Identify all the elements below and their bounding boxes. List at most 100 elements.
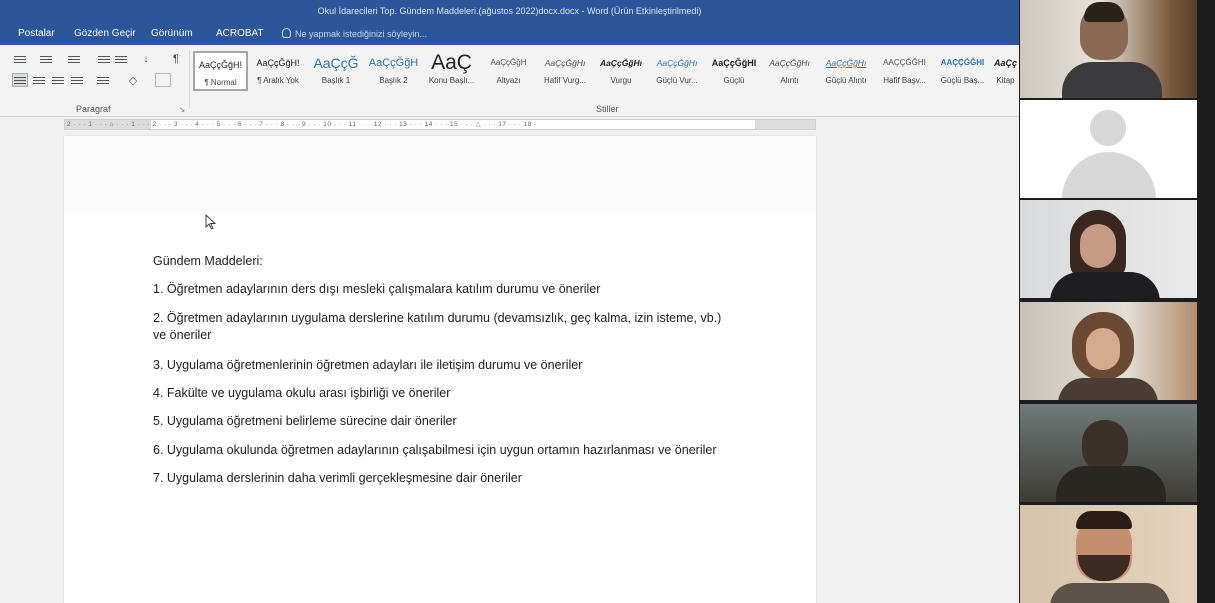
style-preview: AaÇçĞğHı	[544, 58, 586, 68]
paragraph-group-label: Paragraf	[76, 104, 111, 114]
style-preview: AAÇÇĞĞHI	[940, 58, 985, 67]
participant-video-tile[interactable]	[1020, 505, 1197, 603]
style-normal[interactable]: AaÇçĞğH! ¶ Normal	[193, 51, 248, 91]
style-preview: AaÇçĞ	[313, 55, 359, 71]
word-window: Okul İdarecileri Top. Gündem Maddeleri.(…	[0, 0, 1019, 603]
line-spacing-icon[interactable]	[95, 73, 111, 87]
style-label: Başlık 1	[321, 76, 351, 85]
participant-head	[1080, 224, 1116, 268]
agenda-item: 4. Fakülte ve uygulama okulu arası işbir…	[153, 386, 451, 400]
justify-icon[interactable]	[69, 73, 85, 87]
tab-acrobat[interactable]: ACROBAT	[216, 23, 264, 45]
horizontal-ruler[interactable]: 2 · · · 1 · · · ⌂ · · · 1 · · · 2 · · · …	[0, 117, 1019, 131]
tab-view[interactable]: Görünüm	[151, 23, 193, 45]
align-center-icon[interactable]	[31, 73, 47, 87]
bullets-icon[interactable]	[12, 52, 28, 66]
ruler-right-margin	[755, 120, 815, 129]
mouse-pointer-icon	[205, 214, 217, 230]
window-title: Okul İdarecileri Top. Gündem Maddeleri.(…	[0, 0, 1019, 23]
style-label: ¶ Normal	[204, 78, 237, 87]
style-subtle-reference[interactable]: AAÇÇĞĞHI Hafif Başv...	[876, 51, 933, 91]
ruler-numbers: 2 · · · 1 · · · ⌂ · · · 1 · · · 2 · · · …	[67, 121, 537, 128]
styles-gallery: AaÇçĞğH! ¶ Normal AaÇçĞğH! ¶ Aralık Yok …	[193, 51, 1019, 91]
shading-icon[interactable]: ◇	[125, 73, 141, 87]
style-label: Konu Başlı...	[428, 76, 475, 85]
agenda-item: 2. Öğretmen adaylarının uygulama dersler…	[153, 311, 722, 342]
participant-video-tile[interactable]	[1020, 302, 1197, 400]
style-label: ¶ Aralık Yok	[257, 76, 299, 85]
decrease-indent-icon[interactable]	[96, 52, 112, 66]
participant-head	[1082, 420, 1128, 472]
style-label: Güçlü Alıntı	[825, 76, 867, 85]
pilcrow-icon[interactable]: ¶	[168, 52, 184, 66]
align-left-icon[interactable]	[12, 73, 28, 87]
style-label: Kitap	[996, 76, 1015, 85]
style-label: Hafif Başv...	[883, 76, 926, 85]
style-label: Güçlü Baş...	[940, 76, 985, 85]
style-preview: AaÇçĞğHı	[769, 58, 810, 68]
style-intense-emphasis[interactable]: AaÇçĞğHı Güçlü Vur...	[649, 51, 705, 91]
page-header-area	[64, 136, 816, 212]
participant-body	[1050, 583, 1170, 603]
agenda-item: 1. Öğretmen adaylarının ders dışı meslek…	[153, 282, 601, 296]
styles-group-label: Stiller	[596, 104, 619, 114]
style-label: Güçlü	[723, 76, 745, 85]
style-label: Başlık 2	[379, 76, 408, 85]
style-book-title[interactable]: AaÇç Kitap	[992, 51, 1019, 91]
participant-video-tile[interactable]	[1020, 200, 1197, 298]
lightbulb-icon	[282, 28, 291, 38]
ruler-strip: 2 · · · 1 · · · ⌂ · · · 1 · · · 2 · · · …	[64, 119, 816, 130]
sort-icon[interactable]: ↓	[138, 52, 154, 66]
agenda-item: 5. Uygulama öğretmeni belirleme sürecine…	[153, 414, 457, 428]
participant-body	[1056, 466, 1166, 502]
style-preview: AaÇçĞğH!	[256, 58, 300, 68]
style-subtitle[interactable]: AaÇçĞğH Altyazı	[481, 51, 536, 91]
style-intense-quote[interactable]: AaÇçĞğHı Güçlü Alıntı	[817, 51, 875, 91]
style-subtle-emphasis[interactable]: AaÇçĞğHı Hafif Vurg...	[537, 51, 593, 91]
borders-icon[interactable]	[155, 73, 171, 87]
style-preview: AaÇçĞğHI	[711, 58, 757, 68]
dialog-launcher-icon[interactable]: ↘	[174, 102, 190, 116]
style-preview: AaÇçĞğH!	[198, 60, 242, 70]
style-intense-reference[interactable]: AAÇÇĞĞHI Güçlü Baş...	[934, 51, 991, 91]
style-preview: AaÇ	[431, 51, 472, 74]
video-participants-strip	[1019, 0, 1215, 603]
tab-review[interactable]: Gözden Geçir	[74, 23, 136, 45]
multilevel-list-icon[interactable]	[66, 52, 82, 66]
tab-mailings[interactable]: Postalar	[18, 23, 55, 45]
style-title[interactable]: AaÇ Konu Başlı...	[423, 51, 480, 91]
screen: Okul İdarecileri Top. Gündem Maddeleri.(…	[0, 0, 1215, 603]
agenda-item: 3. Uygulama öğretmenlerinin öğretmen ada…	[153, 358, 583, 372]
participant-body	[1058, 378, 1158, 400]
participant-video-tile[interactable]	[1020, 100, 1197, 198]
style-label: Hafif Vurg...	[544, 76, 586, 85]
agenda-item: 6. Uygulama okulunda öğretmen adaylarını…	[153, 443, 717, 457]
align-right-icon[interactable]	[50, 73, 66, 87]
ribbon-tabs: Postalar Gözden Geçir Görünüm ACROBAT Ne…	[0, 23, 1019, 45]
style-label: Altyazı	[496, 76, 521, 85]
style-heading-1[interactable]: AaÇçĞ Başlık 1	[308, 51, 364, 91]
ribbon-divider	[189, 50, 190, 108]
participant-video-tile[interactable]	[1020, 404, 1197, 502]
avatar-placeholder-body	[1062, 152, 1156, 198]
increase-indent-icon[interactable]	[113, 52, 129, 66]
style-preview: AaÇçĞğHı	[825, 58, 867, 68]
style-emphasis[interactable]: AaÇçĞğHı Vurgu	[594, 51, 648, 91]
style-label: Alıntı	[780, 76, 799, 85]
participant-body	[1050, 272, 1160, 298]
ribbon: ↓ ¶ ◇ Paragraf ↘ AaÇçĞğH! ¶ Normal AaÇçĞ…	[0, 45, 1019, 117]
agenda-item: 7. Uygulama derslerinin daha verimli ger…	[153, 471, 522, 485]
document-page[interactable]: Gündem Maddeleri: 1. Öğretmen adaylarını…	[64, 136, 816, 603]
style-quote[interactable]: AaÇçĞğHı Alıntı	[763, 51, 816, 91]
participant-body	[1062, 62, 1162, 98]
style-no-spacing[interactable]: AaÇçĞğH! ¶ Aralık Yok	[249, 51, 307, 91]
agenda-heading: Gündem Maddeleri:	[153, 254, 263, 268]
style-heading-2[interactable]: AaÇçĞğH Başlık 2	[365, 51, 422, 91]
style-preview: AaÇçĞğH	[490, 58, 527, 67]
style-preview: AaÇçĞğHı	[599, 58, 643, 68]
style-strong[interactable]: AaÇçĞğHI Güçlü	[706, 51, 762, 91]
participant-video-tile[interactable]	[1020, 0, 1197, 98]
tell-me-search[interactable]: Ne yapmak istediğinizi söyleyin...	[282, 23, 427, 45]
style-label: Güçlü Vur...	[656, 76, 698, 85]
numbering-icon[interactable]	[38, 52, 54, 66]
